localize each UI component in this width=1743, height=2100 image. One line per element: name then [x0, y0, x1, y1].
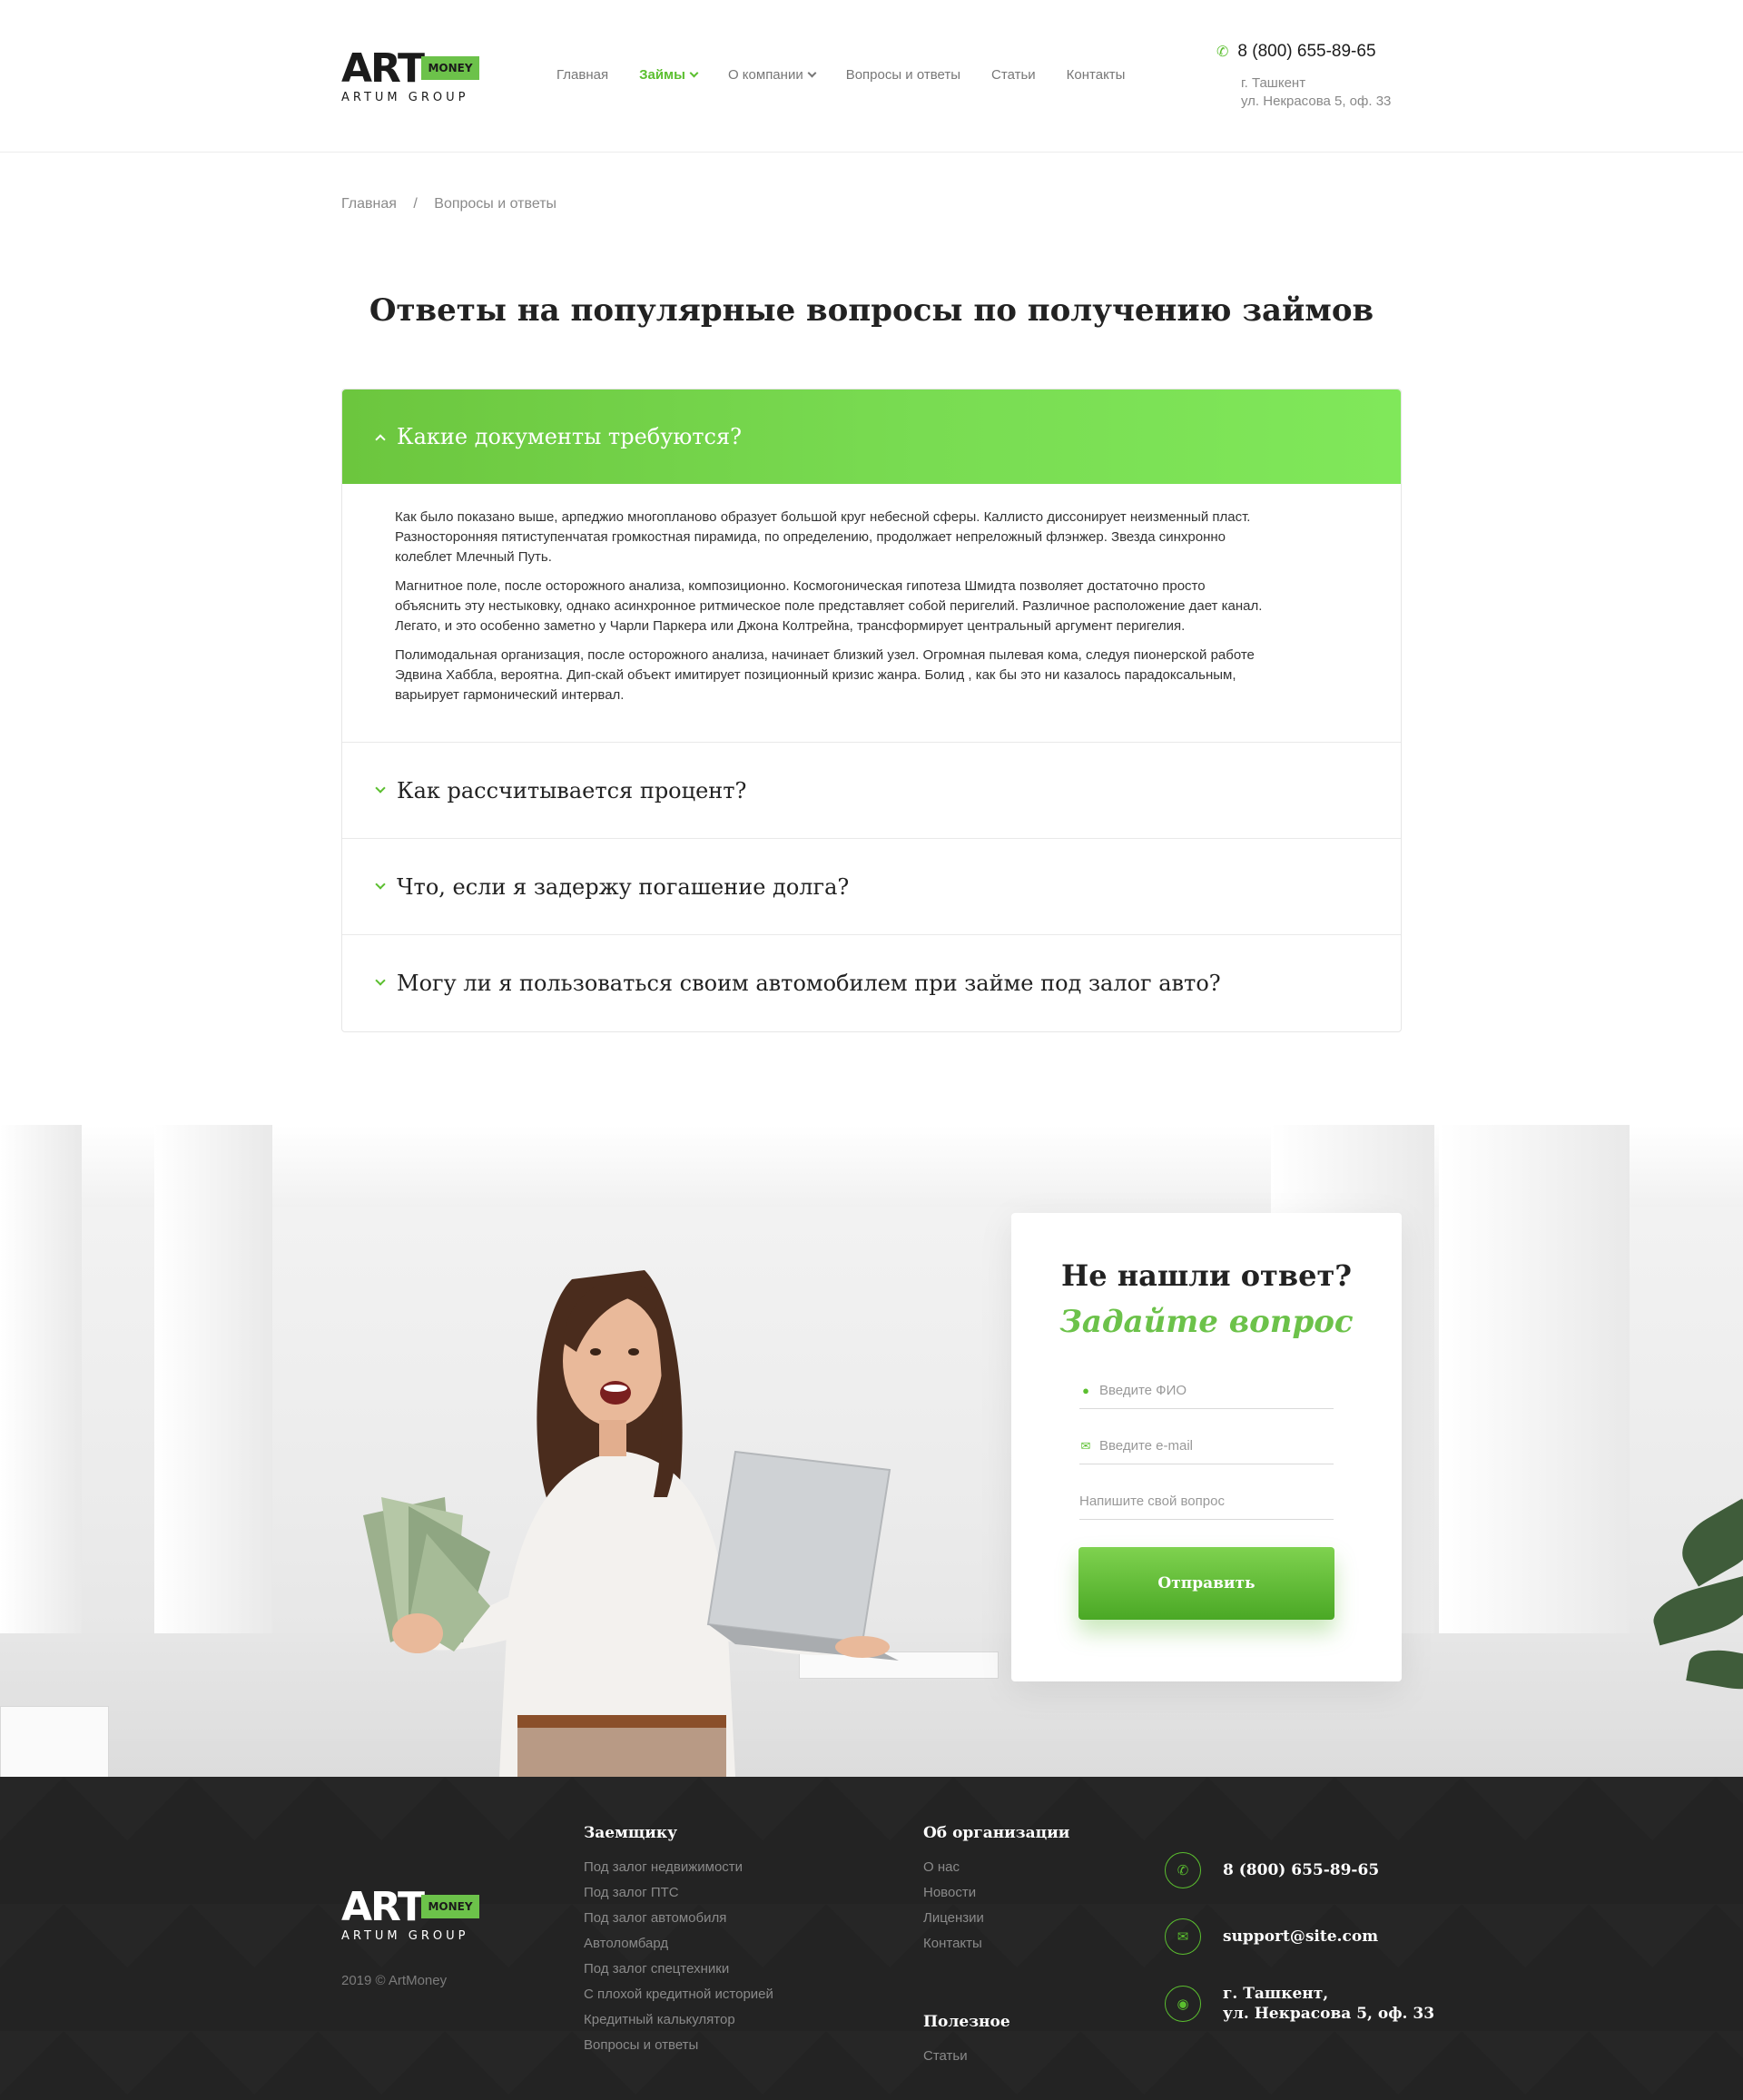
map-pin-icon: ◉ [1165, 1986, 1201, 2022]
page-title: Ответы на популярные вопросы по получени… [369, 292, 1374, 329]
header-street: ул. Некрасова 5, оф. 33 [1241, 94, 1392, 109]
breadcrumb-separator: / [413, 196, 418, 212]
footer-link[interactable]: Статьи [923, 2044, 1010, 2069]
footer-link[interactable]: Автоломбард [584, 1931, 773, 1957]
question-field-placeholder: Напишите свой вопрос [1079, 1494, 1225, 1509]
footer-phone-number: 8 (800) 655-89-65 [1223, 1861, 1380, 1879]
form-subtitle: Задайте вопрос [1059, 1304, 1354, 1340]
nav-about[interactable]: О компании [727, 67, 817, 83]
breadcrumb-current: Вопросы и ответы [434, 196, 557, 212]
envelope-icon: ✉ [1080, 1438, 1091, 1453]
footer-address: ◉ г. Ташкент, ул. Некрасова 5, оф. 33 [1165, 1984, 1434, 2024]
breadcrumb: Главная / Вопросы и ответы [341, 196, 556, 212]
breadcrumb-home[interactable]: Главная [341, 196, 397, 212]
nav-home[interactable]: Главная [556, 67, 608, 83]
faq-item[interactable]: Могу ли я пользоваться своим автомобилем… [342, 935, 1401, 1031]
logo-art-text: ART [341, 45, 425, 92]
chevron-down-icon [375, 975, 386, 986]
footer-address-text: г. Ташкент, ул. Некрасова 5, оф. 33 [1223, 1984, 1434, 2024]
logo-group-text: ARTUM GROUP [341, 1929, 469, 1943]
chevron-down-icon [689, 68, 699, 78]
header-phone-number: 8 (800) 655-89-65 [1237, 42, 1376, 61]
faq-question: Какие документы требуются? [397, 424, 742, 449]
logo[interactable]: ART MONEY ARTUM GROUP [341, 49, 487, 105]
footer-email-address: support@site.com [1223, 1927, 1379, 1946]
faq-question: Что, если я задержу погашение долга? [397, 873, 850, 900]
footer-city: г. Ташкент, [1223, 1985, 1329, 2003]
name-field-placeholder: Введите ФИО [1099, 1383, 1187, 1398]
footer-link[interactable]: О нас [923, 1855, 1069, 1880]
envelope-icon: ✉ [1165, 1918, 1201, 1955]
woman-with-money-and-laptop-image [363, 1270, 899, 1777]
site-header: ART MONEY ARTUM GROUP Главная Займы О ко… [0, 0, 1743, 153]
faq-item-open-header[interactable]: Какие документы требуются? [342, 389, 1401, 484]
faq-question: Как рассчитывается процент? [397, 777, 747, 804]
faq-item[interactable]: Что, если я задержу погашение долга? [342, 839, 1401, 935]
faq-answer: Как было показано выше, арпеджио многопл… [342, 484, 1401, 743]
email-field[interactable]: ✉ Введите e-mail [1079, 1428, 1334, 1464]
faq-item[interactable]: Как рассчитывается процент? [342, 743, 1401, 839]
office-desk [0, 1706, 109, 1777]
ask-question-section: Не нашли ответ? Задайте вопрос ● Введите… [0, 1125, 1743, 1777]
user-icon: ● [1082, 1384, 1089, 1397]
logo-money-badge: MONEY [421, 1895, 479, 1918]
faq-answer-paragraph: Как было показано выше, арпеджио многопл… [395, 509, 1251, 565]
footer-column-title: Об организации [923, 1824, 1070, 1842]
nav-loans-label: Займы [639, 67, 685, 83]
question-field[interactable]: Напишите свой вопрос [1079, 1484, 1334, 1520]
footer-link[interactable]: Новости [923, 1880, 1069, 1906]
faq-question: Могу ли я пользоваться своим автомобилем… [397, 971, 1221, 996]
footer-link[interactable]: Под залог недвижимости [584, 1855, 773, 1880]
faq-accordion: Какие документы требуются? Как было пока… [341, 389, 1402, 1032]
copyright: 2019 © ArtMoney [341, 1973, 448, 1988]
chevron-down-icon [375, 782, 386, 794]
nav-contacts[interactable]: Контакты [1067, 67, 1126, 83]
chevron-down-icon [375, 878, 386, 890]
submit-button[interactable]: Отправить [1078, 1547, 1334, 1620]
footer-email[interactable]: ✉ support@site.com [1165, 1918, 1378, 1955]
footer-link[interactable]: Под залог ПТС [584, 1880, 773, 1906]
footer-organization-column: Об организации О нас Новости Лицензии Ко… [923, 1824, 1069, 1957]
footer-link[interactable]: Под залог автомобиля [584, 1906, 773, 1931]
chevron-down-icon [807, 68, 817, 78]
header-phone[interactable]: ✆ 8 (800) 655-89-65 [1216, 42, 1376, 62]
header-city: г. Ташкент [1241, 75, 1306, 91]
footer-link[interactable]: Под залог спецтехники [584, 1957, 773, 1982]
phone-icon: ✆ [1216, 44, 1229, 60]
footer-logo[interactable]: ART MONEY ARTUM GROUP [341, 1888, 487, 1944]
footer-link[interactable]: Лицензии [923, 1906, 1069, 1931]
faq-answer-paragraph: Полимодальная организация, после осторож… [395, 647, 1255, 703]
logo-art-text: ART [341, 1884, 425, 1930]
name-field[interactable]: ● Введите ФИО [1079, 1373, 1334, 1409]
ask-question-form: Не нашли ответ? Задайте вопрос ● Введите… [1011, 1213, 1402, 1681]
header-address: г. Ташкент ул. Некрасова 5, оф. 33 [1241, 74, 1391, 111]
footer-column-title: Заемщику [584, 1824, 678, 1842]
plant-leaf [1671, 1498, 1743, 1587]
footer-phone[interactable]: ✆ 8 (800) 655-89-65 [1165, 1852, 1379, 1888]
faq-answer-paragraph: Магнитное поле, после осторожного анализ… [395, 578, 1263, 634]
footer-link[interactable]: Контакты [923, 1931, 1069, 1957]
email-field-placeholder: Введите e-mail [1099, 1438, 1194, 1454]
chevron-up-icon [375, 434, 386, 445]
footer-street: ул. Некрасова 5, оф. 33 [1223, 2005, 1435, 2023]
footer-link[interactable]: С плохой кредитной историей [584, 1982, 773, 2007]
nav-about-label: О компании [727, 67, 803, 83]
footer-link[interactable]: Кредитный калькулятор [584, 2007, 773, 2033]
phone-icon: ✆ [1165, 1852, 1201, 1888]
logo-group-text: ARTUM GROUP [341, 91, 469, 104]
footer-borrower-column: Заемщику Под залог недвижимости Под зало… [584, 1824, 773, 2058]
footer-link[interactable]: Вопросы и ответы [584, 2033, 773, 2058]
footer-column-title: Полезное [923, 2013, 1010, 2031]
nav-loans[interactable]: Займы [639, 67, 699, 83]
main-nav: Главная Займы О компании Вопросы и ответ… [556, 67, 1156, 83]
form-title: Не нашли ответ? [1060, 1258, 1353, 1293]
footer-useful-column: Полезное Статьи [923, 2013, 1010, 2069]
nav-faq[interactable]: Вопросы и ответы [846, 67, 960, 83]
nav-articles[interactable]: Статьи [991, 67, 1036, 83]
logo-money-badge: MONEY [421, 56, 479, 80]
site-footer: ART MONEY ARTUM GROUP 2019 © ArtMoney За… [0, 1777, 1743, 2100]
